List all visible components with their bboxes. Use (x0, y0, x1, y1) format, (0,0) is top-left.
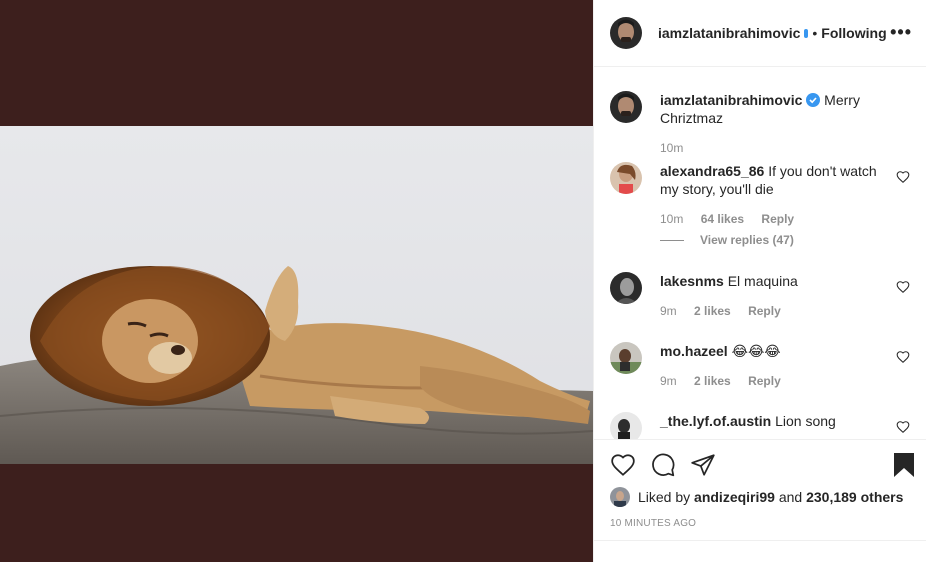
comment-body: lakesnms El maquina (660, 272, 882, 290)
following-button[interactable]: Following (821, 25, 886, 41)
comment-username[interactable]: _the.lyf.of.austin (660, 413, 771, 429)
reply-button[interactable]: Reply (761, 212, 794, 226)
comment-meta: 9m 2 likes Reply (660, 374, 795, 388)
action-icons (610, 452, 716, 478)
comment-like-icon[interactable] (896, 280, 910, 294)
comment-text: Lion song (775, 413, 836, 429)
commenter-avatar[interactable] (610, 412, 642, 439)
liked-by-summary: Liked by andizeqiri99 and 230,189 others (610, 487, 903, 507)
commenter-avatar[interactable] (610, 162, 642, 194)
post-actions: Liked by andizeqiri99 and 230,189 others… (594, 439, 926, 562)
post-header: iamzlatanibrahimovic • Following ••• (594, 0, 926, 67)
media-pane (0, 0, 593, 562)
caption-username[interactable]: iamzlatanibrahimovic (660, 92, 802, 108)
caption-body: iamzlatanibrahimovic Merry Chriztmaz (660, 91, 882, 127)
divider (594, 540, 926, 541)
comment-like-icon[interactable] (896, 170, 910, 184)
liked-by-conjunction: and (778, 489, 803, 505)
comment-time[interactable]: 10m (660, 212, 683, 226)
post-photo-lion[interactable] (0, 126, 593, 464)
save-bookmark-icon[interactable] (893, 452, 915, 478)
comments-list[interactable]: iamzlatanibrahimovic Merry Chriztmaz 10m… (594, 67, 926, 439)
post-timestamp[interactable]: 10 MINUTES AGO (610, 518, 696, 529)
caption-time[interactable]: 10m (660, 141, 683, 155)
commenter-avatar[interactable] (610, 342, 642, 374)
view-replies-label: View replies (47) (700, 233, 794, 247)
liker-avatar[interactable] (610, 487, 630, 507)
lion-image (0, 126, 593, 464)
comment-bubble-icon[interactable] (650, 452, 676, 478)
more-options-icon[interactable]: ••• (890, 22, 912, 43)
comment-text: El maquina (727, 273, 798, 289)
comment-text: 😂😂😂 (731, 343, 781, 359)
comment-meta: 10m 64 likes Reply (660, 212, 808, 226)
reply-button[interactable]: Reply (748, 374, 781, 388)
comment-time[interactable]: 9m (660, 374, 677, 388)
share-send-icon[interactable] (690, 452, 716, 478)
post-side-pane: iamzlatanibrahimovic • Following ••• iam… (593, 0, 926, 562)
comment-meta: 9m 2 likes Reply (660, 304, 795, 318)
comment-username[interactable]: lakesnms (660, 273, 724, 289)
caption-meta: 10m (660, 141, 697, 155)
reply-button[interactable]: Reply (748, 304, 781, 318)
liked-by-prefix: Liked by (638, 489, 691, 505)
caption-avatar[interactable] (610, 91, 642, 123)
header-separator: • (812, 25, 818, 41)
comment-likes[interactable]: 64 likes (701, 212, 744, 226)
comment-body: _the.lyf.of.austin Lion song (660, 412, 882, 430)
liked-by-user[interactable]: andizeqiri99 (694, 489, 775, 505)
like-heart-icon[interactable] (610, 452, 636, 478)
author-avatar[interactable] (610, 17, 642, 49)
story-indicator-icon (804, 28, 809, 38)
comment-username[interactable]: alexandra65_86 (660, 163, 764, 179)
comment-like-icon[interactable] (896, 350, 910, 364)
verified-badge-icon (806, 93, 821, 107)
view-replies-button[interactable]: View replies (47) (660, 233, 794, 247)
comment-like-icon[interactable] (896, 420, 910, 434)
comment-likes[interactable]: 2 likes (694, 304, 731, 318)
commenter-avatar[interactable] (610, 272, 642, 304)
view-replies-line (660, 240, 684, 242)
comment-likes[interactable]: 2 likes (694, 374, 731, 388)
author-username[interactable]: iamzlatanibrahimovic (658, 25, 800, 41)
liked-by-count[interactable]: 230,189 others (806, 489, 903, 505)
comment-time[interactable]: 9m (660, 304, 677, 318)
comment-username[interactable]: mo.hazeel (660, 343, 728, 359)
comment-body: alexandra65_86 If you don't watch my sto… (660, 162, 882, 198)
comment-body: mo.hazeel 😂😂😂 (660, 342, 882, 360)
